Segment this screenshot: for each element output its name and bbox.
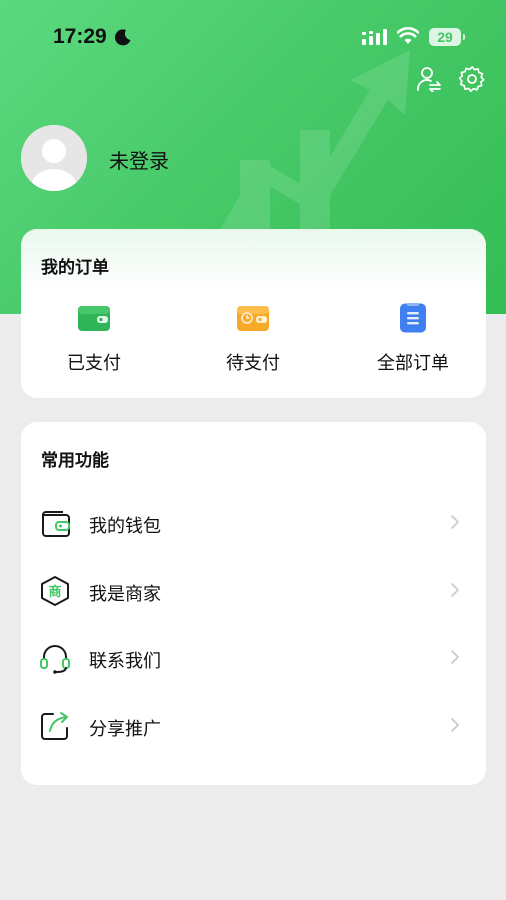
- function-item-wallet[interactable]: 我的钱包: [21, 499, 486, 549]
- wifi-icon: [397, 27, 419, 44]
- functions-card: 常用功能 我的钱包 商 我是商家 联系我们 分享推广: [21, 422, 486, 785]
- moon-icon: [114, 29, 131, 46]
- status-bar: 17:29 29: [0, 0, 506, 76]
- order-all-label: 全部订单: [377, 353, 449, 374]
- function-label-share: 分享推广: [89, 719, 161, 740]
- battery-level: 29: [437, 29, 453, 45]
- functions-title: 常用功能: [41, 451, 109, 471]
- list-blue-icon: [400, 303, 426, 333]
- battery-icon: 29: [429, 28, 465, 46]
- wallet-green-icon: [78, 306, 110, 331]
- chevron-right-icon: [451, 583, 459, 597]
- order-all-button[interactable]: 全部订单: [358, 303, 468, 375]
- chevron-right-icon: [451, 650, 459, 664]
- function-item-merchant[interactable]: 商 我是商家: [21, 567, 486, 617]
- function-label-wallet: 我的钱包: [89, 516, 161, 537]
- default-avatar-icon: [21, 125, 87, 191]
- username-label[interactable]: 未登录: [109, 145, 169, 174]
- function-item-contact[interactable]: 联系我们: [21, 634, 486, 684]
- order-paid-button[interactable]: 已支付: [39, 303, 149, 375]
- switch-account-icon[interactable]: [416, 66, 442, 92]
- order-paid-label: 已支付: [67, 353, 121, 374]
- chevron-right-icon: [451, 515, 459, 529]
- orders-card: 我的订单 已支付 待支付 全部订单: [21, 229, 486, 398]
- function-label-merchant: 我是商家: [89, 584, 161, 605]
- chevron-right-icon: [451, 718, 459, 732]
- wallet-icon: [42, 511, 70, 537]
- order-pending-button[interactable]: 待支付: [198, 303, 308, 375]
- share-icon: [41, 712, 68, 740]
- wallet-clock-orange-icon: [237, 306, 269, 331]
- headset-icon: [40, 645, 70, 674]
- function-label-contact: 联系我们: [89, 651, 161, 672]
- order-pending-label: 待支付: [226, 353, 280, 374]
- function-item-share[interactable]: 分享推广: [21, 702, 486, 752]
- status-time: 17:29: [53, 25, 107, 48]
- merchant-icon-text: 商: [48, 584, 61, 600]
- orders-title: 我的订单: [41, 258, 109, 278]
- signal-icon: [362, 29, 387, 45]
- avatar[interactable]: [21, 125, 87, 191]
- merchant-icon: 商: [41, 576, 69, 606]
- settings-icon[interactable]: [459, 66, 485, 92]
